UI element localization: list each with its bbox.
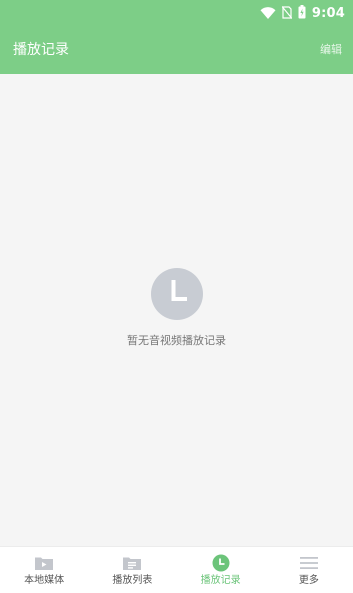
- bottom-nav: 本地媒体 播放列表 播放记录 更多: [0, 546, 353, 593]
- status-time: 9:04: [311, 5, 345, 21]
- empty-state-message: 暂无音视频播放记录: [127, 334, 226, 347]
- nav-item-more[interactable]: 更多: [265, 547, 353, 593]
- battery-icon: [298, 4, 306, 23]
- nav-item-label: 更多: [298, 575, 319, 586]
- clock-icon: [151, 268, 203, 320]
- main-content: 暂无音视频播放记录: [0, 74, 353, 546]
- playlist-folder-icon: [122, 554, 142, 572]
- nav-item-label: 本地媒体: [24, 575, 65, 586]
- no-sim-icon: [281, 4, 293, 23]
- wifi-icon: [260, 4, 276, 23]
- nav-item-label: 播放列表: [112, 575, 153, 586]
- clock-icon: [211, 554, 231, 572]
- page-title: 播放记录: [13, 42, 69, 58]
- menu-icon: [299, 554, 319, 572]
- nav-item-local-media[interactable]: 本地媒体: [0, 547, 88, 593]
- nav-item-history[interactable]: 播放记录: [177, 547, 265, 593]
- video-folder-icon: [34, 554, 54, 572]
- nav-item-playlist[interactable]: 播放列表: [88, 547, 176, 593]
- app-bar: 播放记录 编辑: [0, 26, 353, 74]
- edit-button[interactable]: 编辑: [320, 41, 342, 59]
- status-bar: 9:04: [0, 0, 353, 26]
- nav-item-label: 播放记录: [200, 575, 241, 586]
- status-icons: 9:04: [260, 4, 345, 22]
